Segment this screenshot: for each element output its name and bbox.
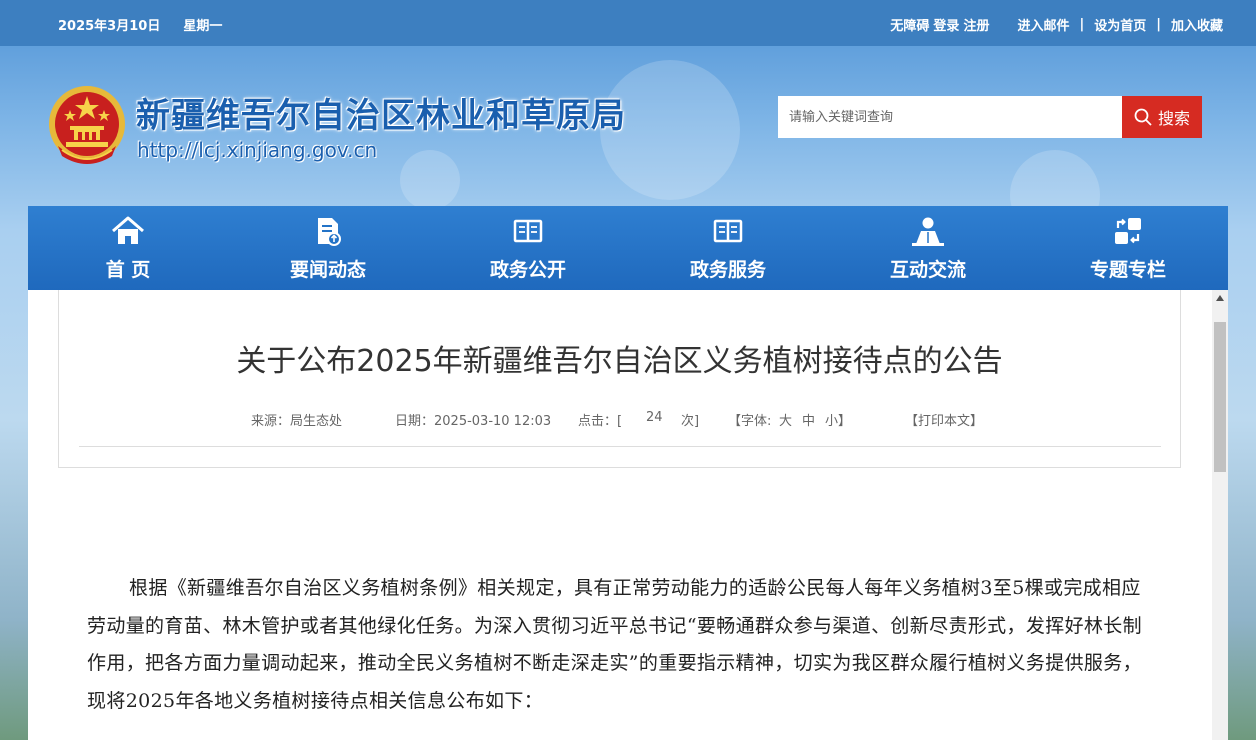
weekday-text: 星期一 bbox=[183, 19, 223, 34]
set-homepage-link[interactable]: 设为首页 bbox=[1094, 15, 1146, 34]
nav-label: 要闻动态 bbox=[289, 259, 366, 281]
click-count-suffix: 次] bbox=[681, 414, 700, 429]
vertical-scrollbar[interactable] bbox=[1212, 290, 1228, 740]
current-date: 2025年3月10日 星期一 bbox=[58, 15, 222, 34]
mail-link[interactable]: 进入邮件 bbox=[1017, 15, 1069, 34]
home-icon bbox=[112, 216, 144, 244]
search-input[interactable] bbox=[778, 96, 1122, 138]
article-header: 关于公布2025年新疆维吾尔自治区义务植树接待点的公告 来源：局生态处 日期：2… bbox=[58, 290, 1181, 468]
scroll-up-button[interactable] bbox=[1212, 290, 1228, 306]
nav-item-government-affairs[interactable]: 政务公开 bbox=[428, 206, 628, 290]
top-links: 无障碍 登录 注册 进入邮件 | 设为首页 | 加入收藏 bbox=[890, 15, 1223, 34]
search-button-label: 搜索 bbox=[1157, 109, 1190, 128]
search-icon bbox=[1134, 108, 1152, 126]
nav-item-news[interactable]: 要闻动态 bbox=[228, 206, 428, 290]
add-favorite-link[interactable]: 加入收藏 bbox=[1171, 15, 1223, 34]
topics-icon bbox=[1115, 218, 1141, 244]
font-small-button[interactable]: 小】 bbox=[825, 410, 851, 429]
article-source: 来源：局生态处 bbox=[251, 414, 343, 429]
divider: | bbox=[1156, 17, 1161, 32]
date-text: 2025年3月10日 bbox=[58, 19, 161, 34]
nav-label: 专题专栏 bbox=[1089, 259, 1166, 281]
book-icon bbox=[713, 219, 743, 243]
book-icon bbox=[513, 219, 543, 243]
article-container: 关于公布2025年新疆维吾尔自治区义务植树接待点的公告 来源：局生态处 日期：2… bbox=[28, 290, 1212, 740]
national-emblem-icon[interactable] bbox=[46, 84, 128, 166]
nav-item-government-services[interactable]: 政务服务 bbox=[628, 206, 828, 290]
article-paragraph: 根据《新疆维吾尔自治区义务植树条例》相关规定，具有正常劳动能力的适龄公民每人每年… bbox=[87, 577, 1142, 712]
nav-item-topics[interactable]: 专题专栏 bbox=[1028, 206, 1228, 290]
nav-item-home[interactable]: 首 页 bbox=[28, 206, 228, 290]
site-url[interactable]: http://lcj.xinjiang.gov.cn bbox=[137, 138, 377, 162]
font-medium-button[interactable]: 中 bbox=[802, 410, 815, 429]
nav-label: 政务服务 bbox=[689, 259, 766, 281]
login-link[interactable]: 登录 bbox=[933, 15, 959, 34]
scroll-thumb[interactable] bbox=[1214, 322, 1226, 472]
divider: | bbox=[1079, 17, 1085, 32]
register-link[interactable]: 注册 bbox=[963, 15, 989, 34]
site-title[interactable]: 新疆维吾尔自治区林业和草原局 bbox=[136, 88, 626, 137]
person-icon bbox=[912, 217, 944, 246]
search-button[interactable]: 搜索 bbox=[1122, 96, 1202, 138]
news-icon bbox=[318, 218, 341, 246]
article-title: 关于公布2025年新疆维吾尔自治区义务植树接待点的公告 bbox=[236, 344, 1003, 379]
font-size-prefix: 【字体: bbox=[728, 414, 772, 429]
nav-label: 首 页 bbox=[105, 259, 151, 281]
article-date: 日期：2025-03-10 12:03 bbox=[395, 414, 552, 429]
print-button[interactable]: 【打印本文】 bbox=[905, 410, 983, 429]
arrow-up-icon bbox=[1216, 295, 1224, 301]
nav-label: 互动交流 bbox=[889, 259, 966, 281]
nav-item-interaction[interactable]: 互动交流 bbox=[828, 206, 1028, 290]
top-bar: 2025年3月10日 星期一 无障碍 登录 注册 进入邮件 | 设为首页 | 加… bbox=[0, 0, 1256, 46]
font-large-button[interactable]: 大 bbox=[779, 410, 792, 429]
click-count-prefix: 点击：[ bbox=[578, 414, 623, 429]
site-header: 新疆维吾尔自治区林业和草原局 http://lcj.xinjiang.gov.c… bbox=[0, 46, 1256, 206]
main-nav: 首 页 要闻动态 政务公开 政务服务 互动交流 专题专栏 bbox=[28, 206, 1228, 290]
nav-label: 政务公开 bbox=[489, 259, 566, 281]
accessibility-link[interactable]: 无障碍 bbox=[890, 15, 929, 34]
click-count: 24 bbox=[646, 410, 663, 425]
divider bbox=[79, 446, 1161, 447]
